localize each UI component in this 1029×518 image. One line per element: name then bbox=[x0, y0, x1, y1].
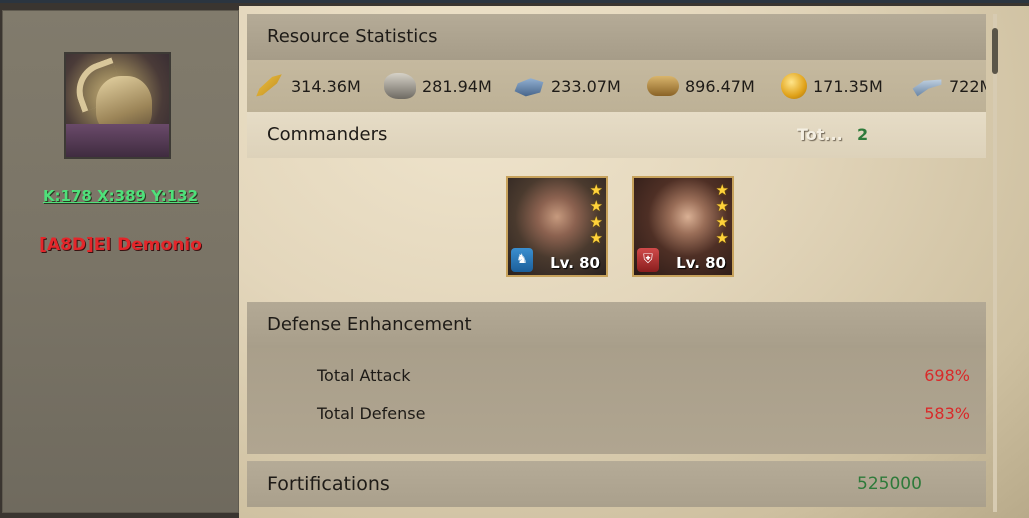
fortifications-header: Fortifications 525000 bbox=[247, 461, 986, 507]
commanders-header: Commanders Tot... 2 bbox=[247, 112, 986, 158]
resource-value: 171.35M bbox=[813, 76, 883, 96]
commander-level: Lv. 80 bbox=[550, 254, 600, 272]
fortifications-title: Fortifications bbox=[267, 473, 390, 495]
resource-value: 722M bbox=[949, 76, 986, 96]
commander-card[interactable]: ★ ★ ★ ★ ♞ Lv. 80 bbox=[506, 176, 608, 277]
commander-card[interactable]: ★ ★ ★ ★ ⛨ Lv. 80 bbox=[632, 176, 734, 277]
player-name: [A8D]El Demonio bbox=[39, 235, 202, 255]
top-bar bbox=[0, 0, 1029, 3]
commander-stars: ★ ★ ★ ★ bbox=[716, 182, 729, 246]
iron-icon bbox=[514, 78, 544, 97]
resource-item-iron: 233.07M bbox=[513, 60, 621, 112]
resource-item-wood: 896.47M bbox=[647, 60, 755, 112]
resource-value: 281.94M bbox=[422, 76, 492, 96]
wood-icon bbox=[647, 76, 679, 96]
star-icon: ★ bbox=[589, 213, 603, 231]
star-icon: ★ bbox=[715, 213, 729, 231]
grain-icon bbox=[256, 74, 282, 97]
commanders-title: Commanders bbox=[267, 124, 388, 145]
resource-list: 314.36M 281.94M 233.07M 896.47M 171.35M … bbox=[247, 60, 986, 112]
commanders-total-label: Tot... bbox=[797, 125, 843, 144]
resource-item-steel: 722M bbox=[911, 60, 986, 112]
fortifications-section: Fortifications 525000 bbox=[247, 461, 986, 513]
star-icon: ★ bbox=[715, 229, 729, 247]
shield-icon: ⛨ bbox=[637, 248, 659, 272]
stat-row-total-defense: Total Defense 583% bbox=[247, 396, 986, 434]
stone-icon bbox=[384, 73, 416, 99]
star-icon: ★ bbox=[715, 197, 729, 215]
player-avatar[interactable] bbox=[64, 52, 171, 159]
defense-enhancement-section: Defense Enhancement Total Attack 698% To… bbox=[247, 302, 986, 454]
scrollbar-thumb[interactable] bbox=[992, 28, 998, 74]
steel-icon bbox=[912, 79, 942, 97]
commanders-section: Commanders Tot... 2 ★ ★ ★ ★ ♞ Lv. 80 ★ ★… bbox=[247, 112, 986, 298]
player-coordinates-link[interactable]: K:178 X:389 Y:132 bbox=[3, 187, 238, 205]
star-icon: ★ bbox=[589, 181, 603, 199]
commander-level: Lv. 80 bbox=[676, 254, 726, 272]
resource-item-grain: 314.36M bbox=[253, 60, 361, 112]
cloak-art bbox=[66, 124, 169, 157]
resource-value: 896.47M bbox=[685, 76, 755, 96]
resource-statistics-title: Resource Statistics bbox=[247, 14, 986, 60]
commander-stars: ★ ★ ★ ★ bbox=[590, 182, 603, 246]
resource-item-gold: 171.35M bbox=[781, 60, 883, 112]
stat-value: 698% bbox=[924, 366, 970, 385]
resource-item-stone: 281.94M bbox=[384, 60, 492, 112]
stat-label: Total Defense bbox=[317, 404, 426, 423]
resource-value: 233.07M bbox=[551, 76, 621, 96]
defense-enhancement-title: Defense Enhancement bbox=[247, 302, 986, 348]
stat-label: Total Attack bbox=[317, 366, 411, 385]
player-panel: K:178 X:389 Y:132 [A8D]El Demonio bbox=[2, 10, 239, 513]
stat-row-total-attack: Total Attack 698% bbox=[247, 358, 986, 396]
scrollbar-track[interactable] bbox=[993, 14, 997, 512]
resource-statistics-section: Resource Statistics 314.36M 281.94M 233.… bbox=[247, 14, 986, 112]
star-icon: ★ bbox=[715, 181, 729, 199]
gold-icon bbox=[781, 73, 807, 99]
resource-value: 314.36M bbox=[291, 76, 361, 96]
commanders-total-value: 2 bbox=[857, 125, 869, 144]
star-icon: ★ bbox=[589, 197, 603, 215]
star-icon: ★ bbox=[589, 229, 603, 247]
stat-value: 583% bbox=[924, 404, 970, 423]
fortifications-value: 525000 bbox=[857, 474, 922, 494]
cavalry-icon: ♞ bbox=[511, 248, 533, 272]
